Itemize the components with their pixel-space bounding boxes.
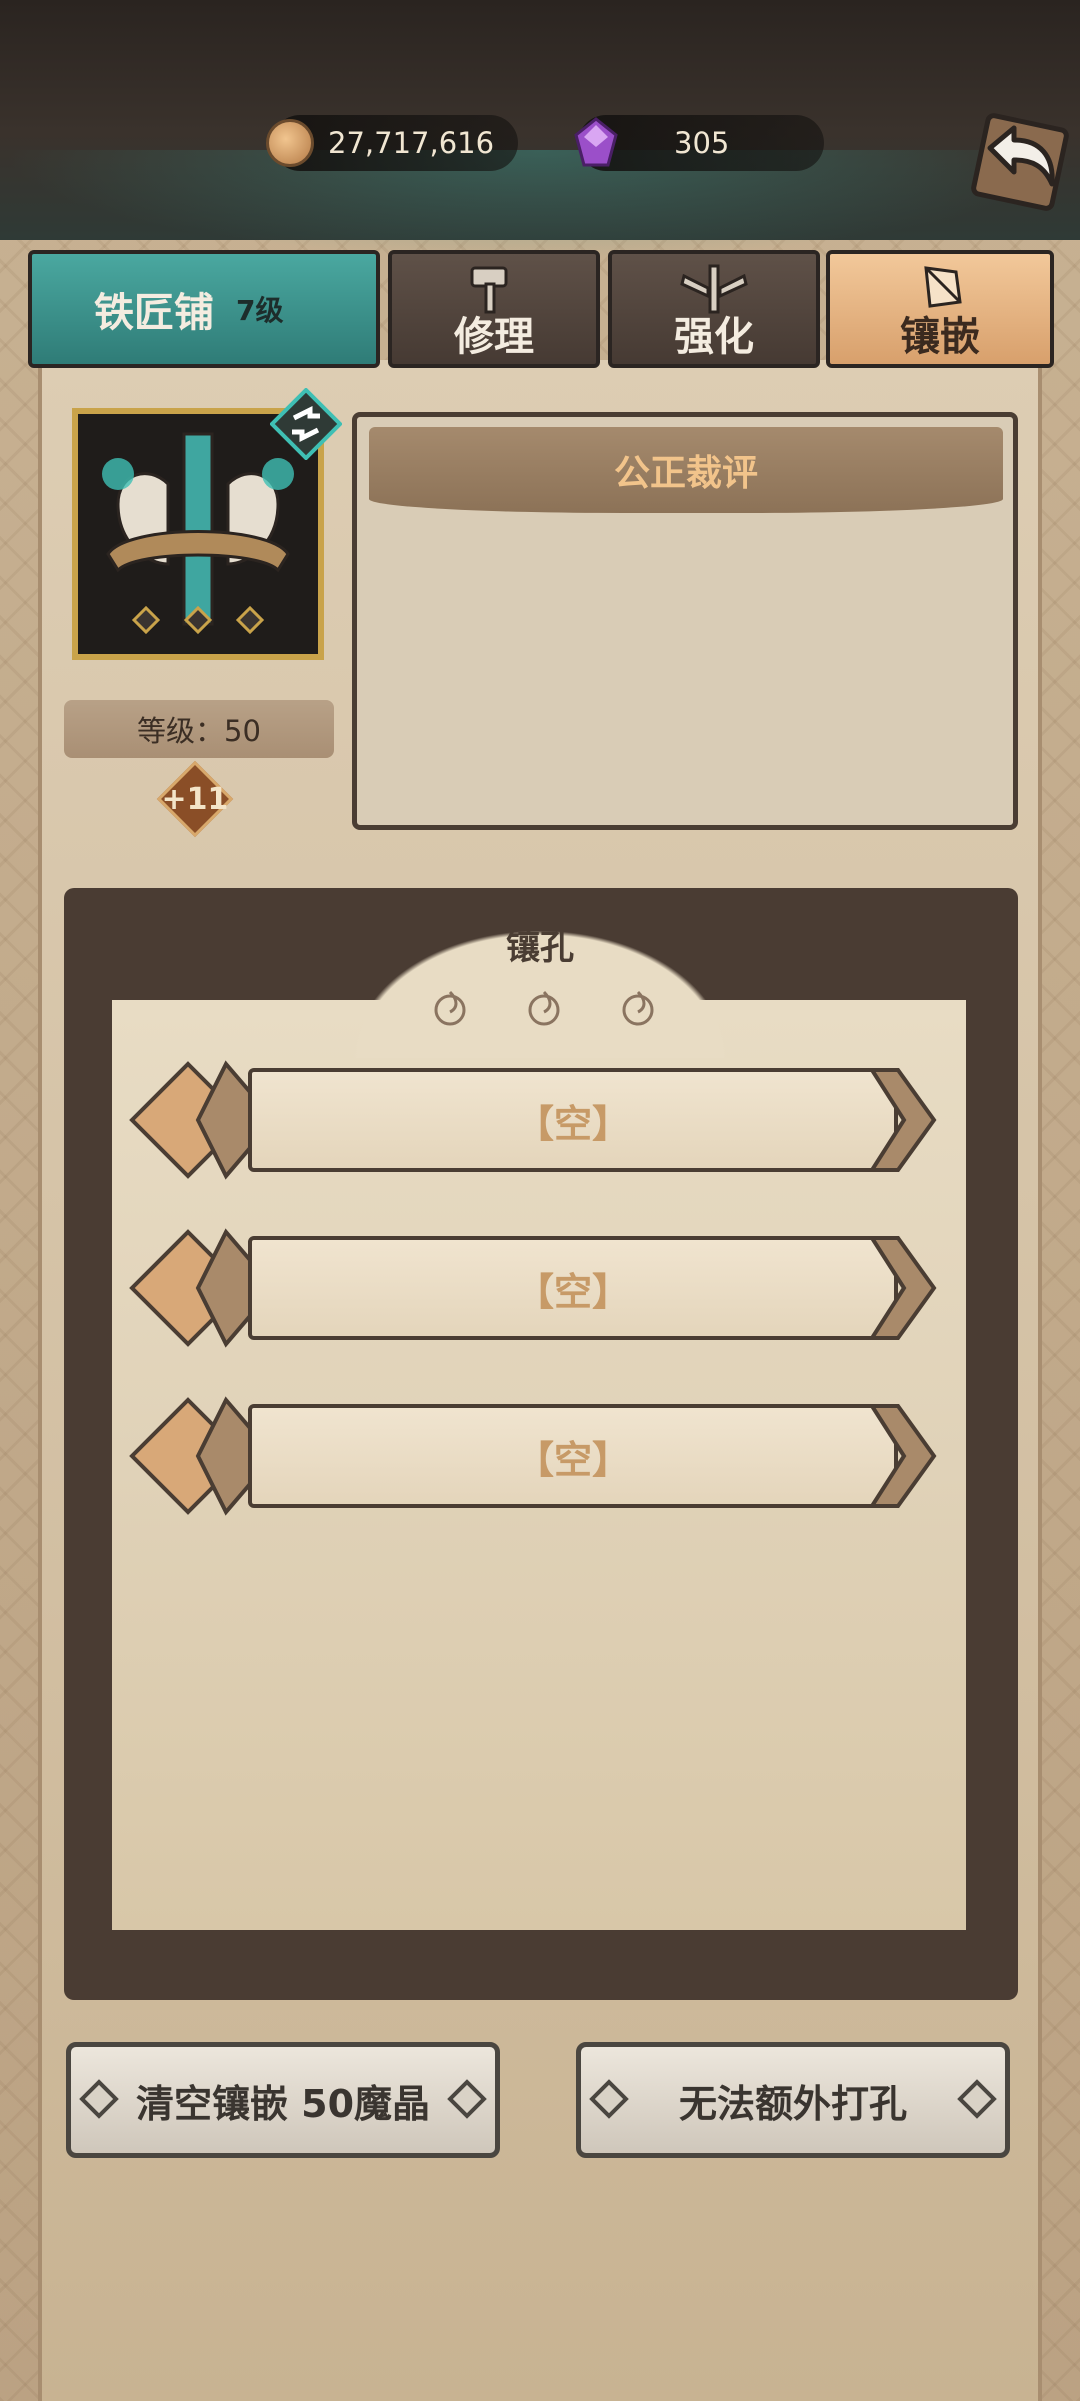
tab-strengthen[interactable]: 强化	[608, 250, 820, 368]
button-cap-icon	[957, 2079, 997, 2119]
tab-blacksmith[interactable]: 铁匠铺 7级	[28, 250, 380, 368]
blacksmith-label: 铁匠铺	[94, 290, 214, 336]
clear-inlay-label: 清空镶嵌 50魔晶	[135, 2081, 431, 2126]
gem-diamond-icon	[924, 266, 962, 308]
socket-slot-1[interactable]: 【空】	[128, 1060, 948, 1180]
socket-indicator-icon	[622, 990, 654, 1026]
back-arrow-icon	[971, 113, 1069, 211]
item-level: 等级：50	[64, 700, 334, 758]
gem-amount: 305	[674, 126, 730, 160]
enhance-level-badge: +11	[156, 760, 234, 838]
tab-repair[interactable]: 修理	[388, 250, 600, 368]
item-name: 公正裁评	[369, 427, 1003, 513]
socket-slot-2[interactable]: 【空】	[128, 1228, 948, 1348]
socket-indicator-icon	[528, 990, 560, 1026]
slot-end-cap-icon	[868, 1404, 937, 1508]
socket-slot-label: 【空】	[248, 1068, 898, 1172]
gold-amount: 27,717,616	[328, 126, 495, 160]
socket-title: 镶孔	[506, 928, 574, 968]
back-button[interactable]	[960, 104, 1072, 216]
button-cap-icon	[447, 2079, 487, 2119]
button-cap-icon	[589, 2079, 629, 2119]
socket-indicator-icon	[434, 990, 466, 1026]
socket-slot-label: 【空】	[248, 1404, 898, 1508]
blacksmith-level: 7级	[236, 294, 284, 327]
button-cap-icon	[79, 2079, 119, 2119]
swap-item-button[interactable]	[269, 387, 343, 461]
tab-inlay[interactable]: 镶嵌	[826, 250, 1054, 368]
gem-counter: 305	[574, 115, 824, 171]
socket-slot-3[interactable]: 【空】	[128, 1396, 948, 1516]
tab-bar: 铁匠铺 7级 修理 强化 镶嵌	[0, 240, 1080, 370]
swap-arrows-icon	[269, 387, 343, 461]
add-socket-button[interactable]: 无法额外打孔	[576, 2042, 1010, 2158]
socket-slot-label: 【空】	[248, 1236, 898, 1340]
slot-end-cap-icon	[868, 1068, 937, 1172]
add-socket-label: 无法额外打孔	[678, 2081, 907, 2126]
clear-inlay-button[interactable]: 清空镶嵌 50魔晶	[66, 2042, 500, 2158]
magic-crystal-icon	[572, 117, 620, 167]
item-info-panel: 公正裁评	[352, 412, 1018, 830]
gold-counter: 27,717,616	[266, 115, 518, 171]
winged-sword-icon	[680, 264, 748, 314]
gold-coin-icon	[266, 119, 314, 167]
hammer-icon	[470, 266, 508, 314]
slot-end-cap-icon	[868, 1236, 937, 1340]
enhance-level-text: +11	[161, 781, 229, 817]
